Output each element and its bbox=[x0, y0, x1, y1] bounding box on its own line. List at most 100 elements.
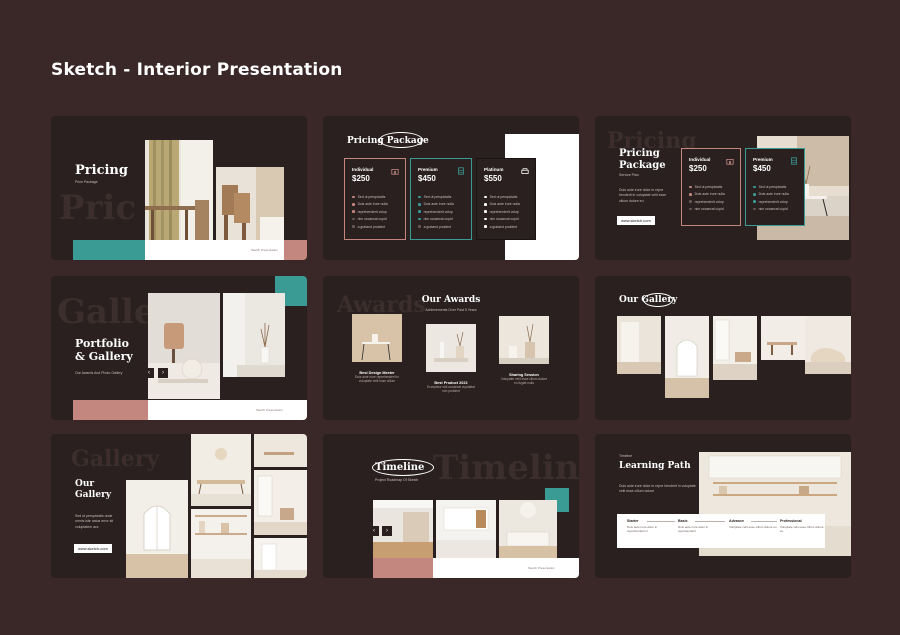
slide-kicker: Timeline bbox=[619, 454, 633, 458]
list-item: reprehenderit volup bbox=[484, 210, 520, 214]
list-item: Duis aute irure nulla bbox=[753, 192, 789, 196]
ghost-text: Timeline bbox=[433, 448, 579, 488]
feature-list: Sed ut perspiciatis Duis aute irure null… bbox=[352, 195, 388, 232]
ghost-text: Pric bbox=[59, 188, 137, 228]
slide-title: Portfolio & Gallery bbox=[75, 337, 133, 363]
slide-title: Our Awards bbox=[421, 295, 481, 305]
photo-candles bbox=[426, 324, 476, 372]
photo-dried-flowers bbox=[223, 293, 285, 377]
photo-dining-room bbox=[145, 140, 213, 240]
step-body: Voluptate velit esse cillum dolore eu bbox=[780, 525, 824, 534]
card-price: $450 bbox=[418, 174, 436, 183]
photo-vase-shelf bbox=[148, 293, 220, 399]
slide-title: Pricing bbox=[75, 163, 128, 178]
card-name: Individual bbox=[689, 157, 711, 162]
photo-table-small bbox=[254, 434, 307, 467]
building-icon bbox=[791, 157, 797, 165]
list-item: Sed ut perspiciatis bbox=[753, 185, 789, 189]
ghost-text: Gallery bbox=[71, 446, 160, 472]
list-item: reprehenderit volup bbox=[418, 210, 454, 214]
slide-thumbnail-gallery-2[interactable]: Gallery Our Gallery Sed ut perspiciatis … bbox=[51, 434, 307, 578]
accent-bar-rose bbox=[284, 240, 307, 260]
card-name: Premium bbox=[418, 167, 438, 172]
list-item: a gratand proident bbox=[418, 225, 454, 229]
step-track: Starter Duis aute irure dolor in reprehe… bbox=[617, 514, 825, 548]
slide-thumbnail-portfolio-gallery[interactable]: Galle Portfolio & Gallery Our Awards And… bbox=[51, 276, 307, 420]
award-body: Excepteur sint occaecat cupidatat non pr… bbox=[427, 385, 475, 394]
house-icon bbox=[726, 159, 734, 165]
slide-thumbnail-learning-path[interactable]: Timeline Learning Path Duis aute irure d… bbox=[595, 434, 851, 578]
photo-bright-room bbox=[254, 538, 307, 578]
prev-arrow-button[interactable]: ‹ bbox=[369, 526, 379, 536]
award-body: Voluptate velit esse cillum dolore eu fu… bbox=[500, 377, 548, 386]
slide-thumbnail-our-awards[interactable]: Awards Our Awards Achievements Over Past… bbox=[323, 276, 579, 420]
footer-label: Sketch Presentation bbox=[528, 566, 555, 570]
list-item: Duis aute irure nulla bbox=[484, 202, 520, 206]
slide-thumbnail-our-gallery[interactable]: Our Gallery bbox=[595, 276, 851, 420]
footer-label: Sketch Presentation bbox=[256, 408, 283, 412]
slide-thumbnail-timeline[interactable]: Timeline Timeline Project Roadmap Of Ske… bbox=[323, 434, 579, 578]
photo-timeline-3 bbox=[499, 500, 557, 558]
accent-bar-rose bbox=[73, 400, 148, 420]
photo-gallery-5 bbox=[805, 316, 851, 374]
pricing-card-platinum: Platinum $550 Sed ut perspiciatis Duis a… bbox=[476, 158, 536, 240]
next-arrow-button[interactable]: › bbox=[158, 368, 168, 378]
card-price: $250 bbox=[689, 164, 707, 173]
slide-body: Duis aute irure dolor in repre henderit … bbox=[619, 188, 667, 203]
list-item: reprehenderit volup bbox=[689, 200, 725, 204]
list-item: Duis aute irure nulla bbox=[689, 192, 725, 196]
step-body: Duis aute irure dolor in reprehenderit i… bbox=[627, 525, 658, 534]
pricing-card-premium: Premium $450 Sed ut perspiciatis Duis au… bbox=[745, 148, 805, 226]
website-button[interactable]: www.sketch.com bbox=[617, 216, 655, 225]
photo-gallery-2 bbox=[665, 316, 709, 398]
card-name: Platinum bbox=[484, 167, 504, 172]
slide-subtitle: Our Awards And Photo Gallery bbox=[75, 371, 123, 375]
slide-subtitle: Price Package bbox=[75, 180, 98, 184]
feature-list: Sed ut perspiciatis Duis aute irure null… bbox=[484, 195, 520, 232]
card-name: Individual bbox=[352, 167, 374, 172]
step-connector bbox=[647, 521, 675, 522]
list-item: Duis aute irure nulla bbox=[418, 202, 454, 206]
slide-thumbnail-pricing-package[interactable]: Pricing Package Individual $250 Sed ut p… bbox=[323, 116, 579, 260]
footer-bar bbox=[148, 400, 307, 420]
award-body: Duis aute irure reprehenderit in volupta… bbox=[355, 375, 399, 384]
card-price: $250 bbox=[352, 174, 370, 183]
pricing-card-individual: Individual $250 Sed ut perspiciatis Duis… bbox=[681, 148, 741, 226]
slide-title: Pricing Package bbox=[619, 148, 666, 171]
step-body: Voluptate velit esse cillum dolore eu bbox=[729, 525, 777, 529]
list-item: nim occaecat cupid bbox=[753, 207, 789, 211]
next-arrow-button[interactable]: › bbox=[382, 526, 392, 536]
feature-list: Sed ut perspiciatis Duis aute irure null… bbox=[689, 185, 725, 215]
building-icon bbox=[458, 167, 464, 175]
feature-list: Sed ut perspiciatis Duis aute irure null… bbox=[418, 195, 454, 232]
title-circle-decoration bbox=[379, 132, 423, 148]
title-circle-decoration bbox=[643, 293, 673, 307]
house-icon bbox=[391, 169, 399, 175]
card-name: Premium bbox=[753, 157, 773, 162]
learning-path-panel: Starter Duis aute irure dolor in reprehe… bbox=[617, 514, 825, 548]
step-connector bbox=[751, 521, 777, 522]
ghost-text: Galle bbox=[57, 292, 156, 332]
list-item: a gratand proident bbox=[352, 225, 388, 229]
slide-thumbnail-pricing-package-2[interactable]: Pricing Pricing Package Service Plan Dui… bbox=[595, 116, 851, 260]
list-item: nim occaecat cupid bbox=[484, 217, 520, 221]
slide-subtitle: Service Plan bbox=[619, 173, 639, 177]
footer-bar bbox=[433, 558, 579, 578]
website-button[interactable]: www.sketch.com bbox=[74, 544, 112, 553]
list-item: Sed ut perspiciatis bbox=[689, 185, 725, 189]
card-price: $450 bbox=[753, 164, 771, 173]
accent-bar-teal bbox=[73, 240, 145, 260]
award-item: Best Design Meeter Duis aute irure repre… bbox=[352, 314, 402, 384]
slide-thumbnail-pricing[interactable]: Pric Pricing Price Package Sketch Presen… bbox=[51, 116, 307, 260]
sofa-icon bbox=[521, 168, 529, 174]
photo-chair-corner bbox=[254, 470, 307, 535]
photo-timeline-2 bbox=[436, 500, 496, 558]
step-body: Duis aute irure dolor in reprehenderit bbox=[678, 525, 709, 534]
award-item: Best Product 2022 Excepteur sint occaeca… bbox=[426, 324, 476, 394]
list-item: a gratand proident bbox=[484, 225, 520, 229]
pricing-card-individual: Individual $250 Sed ut perspiciatis Duis… bbox=[344, 158, 406, 240]
photo-gallery-3 bbox=[713, 316, 757, 380]
prev-arrow-button[interactable]: ‹ bbox=[144, 368, 154, 378]
list-item: reprehenderit volup bbox=[753, 200, 789, 204]
photo-gallery-1 bbox=[617, 316, 661, 374]
